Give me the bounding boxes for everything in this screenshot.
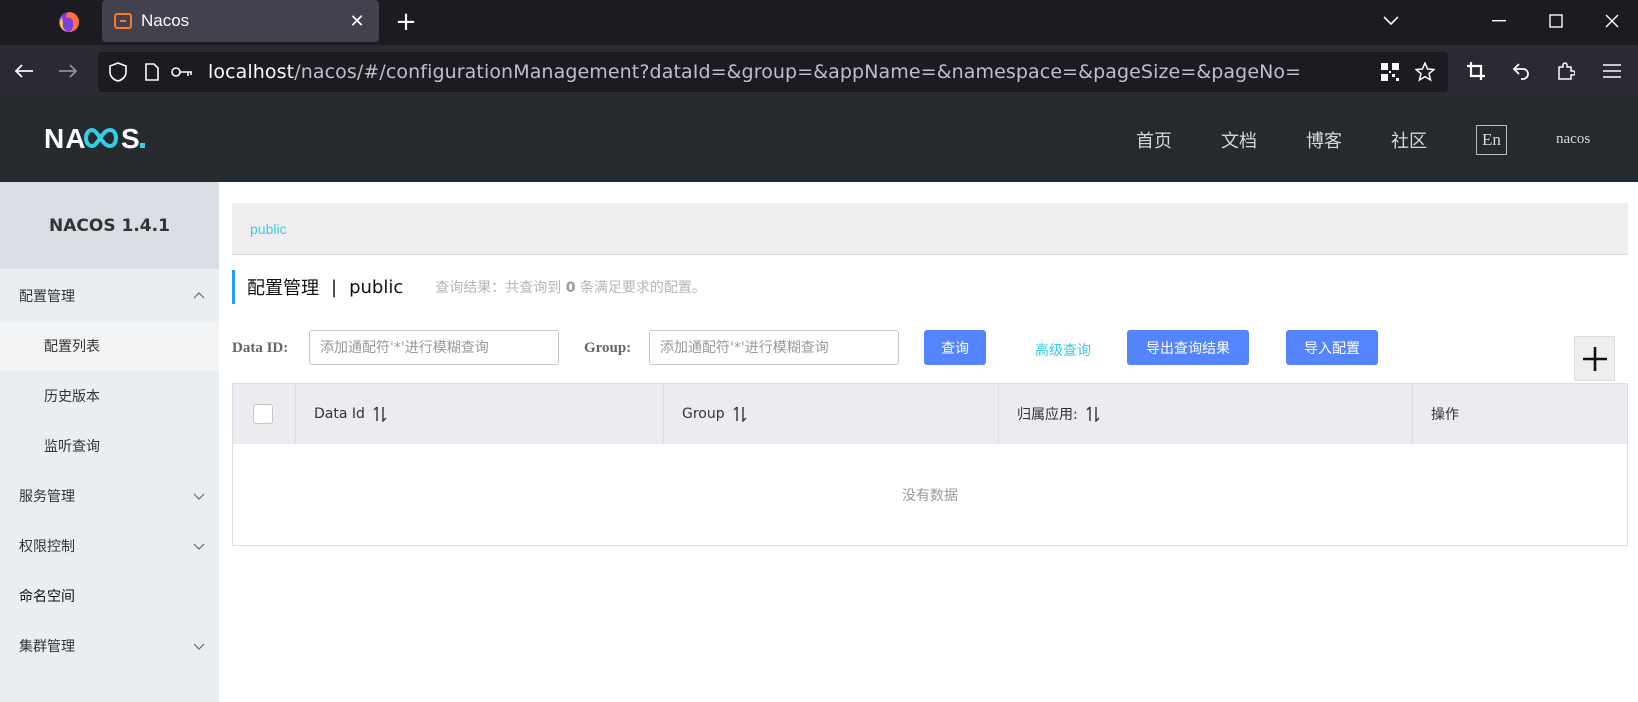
sort-icon[interactable]: [733, 406, 747, 422]
nacos-favicon-icon: [114, 13, 132, 29]
column-header-label: Data Id: [314, 406, 365, 422]
sidebar: NACOS 1.4.1 配置管理 配置列表 历史版本 监听查询 服务管理 权限控…: [0, 182, 219, 702]
column-header-label: 操作: [1431, 407, 1459, 423]
dataid-label: Data ID:: [232, 340, 289, 356]
back-icon[interactable]: [10, 57, 38, 85]
menu-icon[interactable]: [1598, 57, 1626, 85]
extensions-icon[interactable]: [1552, 57, 1580, 85]
group-label: Group:: [584, 340, 632, 356]
tab-list-chevron-icon[interactable]: [1373, 6, 1409, 36]
page-title-namespace: public: [349, 276, 404, 298]
export-results-button[interactable]: 导出查询结果: [1127, 330, 1249, 365]
column-dataid[interactable]: Data Id: [296, 384, 664, 444]
sidebar-item-history[interactable]: 历史版本: [0, 371, 219, 421]
maximize-icon[interactable]: [1538, 6, 1574, 36]
chevron-down-icon: [193, 543, 205, 550]
bookmark-star-icon[interactable]: [1411, 58, 1439, 86]
sidebar-item-cluster-management[interactable]: 集群管理: [0, 621, 219, 671]
sidebar-item-namespace[interactable]: 命名空间: [0, 571, 219, 621]
sidebar-item-label: 权限控制: [19, 539, 75, 555]
key-icon[interactable]: [168, 58, 196, 86]
sort-icon[interactable]: [373, 406, 387, 422]
svg-text:NA: NA: [44, 123, 86, 154]
select-all-checkbox[interactable]: [253, 404, 273, 424]
plus-icon: [1582, 346, 1607, 371]
namespace-link-public[interactable]: public: [250, 221, 287, 237]
browser-tabbar: Nacos ✕ +: [0, 0, 1638, 45]
table-header: Data Id Group 归属应用: 操作: [233, 384, 1627, 444]
column-header-label: 归属应用:: [1017, 407, 1078, 423]
column-header-label: Group: [682, 406, 725, 422]
column-group[interactable]: Group: [664, 384, 999, 444]
tab-close-icon[interactable]: ✕: [343, 7, 371, 35]
sidebar-item-label: 集群管理: [19, 639, 75, 655]
sidebar-item-label: 服务管理: [19, 489, 75, 505]
undo-icon[interactable]: [1507, 57, 1535, 85]
nav-community[interactable]: 社区: [1391, 98, 1427, 182]
page-icon[interactable]: [138, 58, 166, 86]
browser-navbar: localhost/nacos/#/configurationManagemen…: [0, 45, 1638, 98]
namespace-bar: public: [232, 203, 1628, 255]
sidebar-item-label: 配置管理: [19, 289, 75, 305]
dataid-input[interactable]: [309, 330, 559, 365]
query-result-summary: 查询结果：共查询到 0 条满足要求的配置。: [435, 280, 706, 296]
nav-docs[interactable]: 文档: [1221, 98, 1257, 182]
close-window-icon[interactable]: [1594, 6, 1630, 36]
sidebar-item-config-management[interactable]: 配置管理: [0, 271, 219, 321]
sidebar-item-label: 命名空间: [19, 589, 75, 605]
sidebar-item-access-control[interactable]: 权限控制: [0, 521, 219, 571]
import-config-button[interactable]: 导入配置: [1286, 330, 1378, 365]
sidebar-item-label: 历史版本: [44, 389, 100, 405]
title-separator: |: [331, 276, 338, 298]
config-table: Data Id Group 归属应用: 操作 没有数据: [232, 383, 1628, 546]
column-app[interactable]: 归属应用:: [999, 384, 1413, 444]
minimize-icon[interactable]: [1481, 6, 1517, 36]
nacos-logo-icon[interactable]: NA S: [44, 122, 166, 154]
user-menu[interactable]: nacos: [1556, 131, 1590, 148]
chevron-down-icon: [193, 643, 205, 650]
qr-code-icon[interactable]: [1376, 58, 1404, 86]
sidebar-title: NACOS 1.4.1: [0, 182, 219, 269]
advanced-query-link[interactable]: 高级查询: [1035, 340, 1091, 360]
url-bar[interactable]: localhost/nacos/#/configurationManagemen…: [98, 52, 1448, 92]
language-toggle-button[interactable]: En: [1476, 125, 1507, 155]
page-header: 配置管理 | public 查询结果：共查询到 0 条满足要求的配置。: [232, 270, 706, 304]
sidebar-item-config-list[interactable]: 配置列表: [0, 321, 219, 371]
add-config-button[interactable]: [1574, 336, 1615, 381]
browser-tab[interactable]: Nacos ✕: [102, 0, 379, 42]
chevron-up-icon: [193, 292, 205, 299]
group-input[interactable]: [649, 330, 899, 365]
column-actions: 操作: [1413, 384, 1627, 444]
sidebar-item-label: 配置列表: [44, 339, 100, 355]
forward-icon[interactable]: [54, 57, 82, 85]
app-header: NA S 首页 文档 博客 社区 En nacos: [0, 98, 1638, 182]
chevron-down-icon: [193, 493, 205, 500]
svg-text:S: S: [121, 123, 140, 154]
sidebar-item-listener-query[interactable]: 监听查询: [0, 421, 219, 471]
new-tab-icon[interactable]: +: [392, 8, 420, 36]
shield-icon[interactable]: [104, 58, 132, 86]
crop-screenshot-icon[interactable]: [1462, 57, 1490, 85]
nav-blog[interactable]: 博客: [1306, 98, 1342, 182]
url-text: localhost/nacos/#/configurationManagemen…: [208, 61, 1302, 83]
firefox-icon[interactable]: [58, 11, 80, 33]
select-all-cell: [233, 384, 296, 444]
sidebar-item-service-management[interactable]: 服务管理: [0, 471, 219, 521]
sidebar-item-label: 监听查询: [44, 439, 100, 455]
nav-home[interactable]: 首页: [1136, 98, 1172, 182]
query-button[interactable]: 查询: [924, 330, 986, 365]
tab-title: Nacos: [141, 11, 190, 30]
empty-state-text: 没有数据: [902, 487, 958, 504]
sort-icon[interactable]: [1086, 406, 1100, 422]
page-title: 配置管理: [247, 278, 319, 299]
